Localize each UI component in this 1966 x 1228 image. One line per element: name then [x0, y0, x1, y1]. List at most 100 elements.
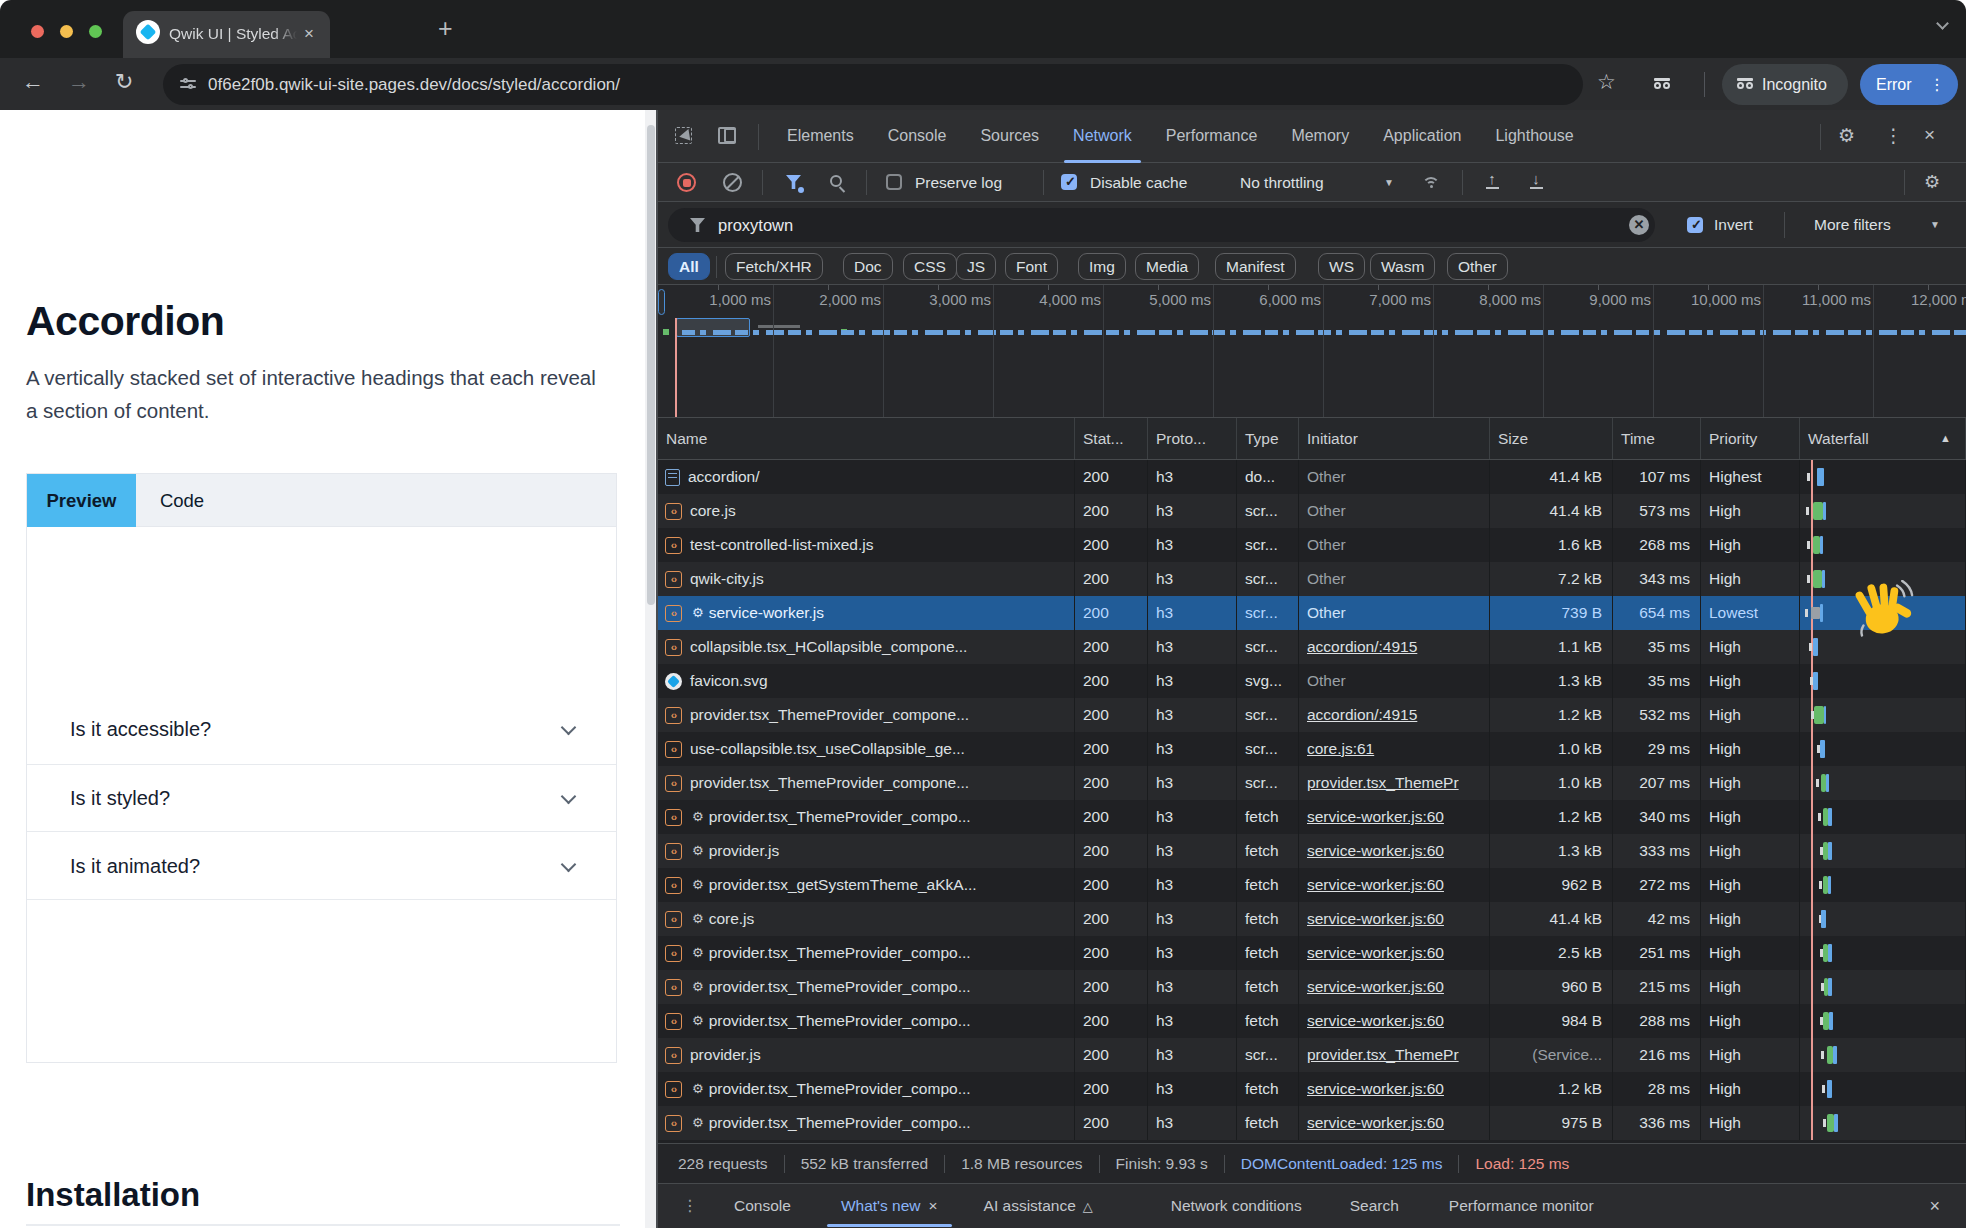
site-info-icon[interactable]: [180, 75, 199, 94]
more-filters-button[interactable]: More filters: [1814, 202, 1891, 248]
network-request-row[interactable]: ‹›provider.tsx_ThemeProvider_compone...2…: [658, 698, 1966, 732]
accordion-item[interactable]: Is it styled?: [27, 765, 616, 832]
network-request-row[interactable]: ‹›⚙provider.js200h3fetchservice-worker.j…: [658, 834, 1966, 868]
chip-font[interactable]: Font: [1005, 253, 1058, 280]
browser-menu-icon[interactable]: ⋮: [1929, 64, 1945, 105]
network-request-row[interactable]: ‹›⚙provider.tsx_ThemeProvider_compo...20…: [658, 1004, 1966, 1038]
network-overview-timeline[interactable]: 1,000 ms2,000 ms3,000 ms4,000 ms5,000 ms…: [658, 285, 1966, 418]
chip-other[interactable]: Other: [1447, 253, 1508, 280]
request-initiator[interactable]: accordion/:4915: [1299, 698, 1490, 732]
chip-doc[interactable]: Doc: [843, 253, 893, 280]
request-initiator[interactable]: core.js:61: [1299, 732, 1490, 766]
network-request-row[interactable]: accordion/200h3do...Other41.4 kB107 msHi…: [658, 460, 1966, 494]
column-header-priority[interactable]: Priority: [1701, 418, 1800, 459]
tab-preview[interactable]: Preview: [27, 474, 136, 527]
new-tab-button[interactable]: +: [438, 14, 453, 43]
request-initiator[interactable]: service-worker.js:60: [1299, 970, 1490, 1004]
record-network-log-icon[interactable]: [677, 173, 696, 192]
timeline-selection-handle[interactable]: [658, 289, 665, 315]
request-initiator[interactable]: service-worker.js:60: [1299, 834, 1490, 868]
tab-close-icon[interactable]: ×: [304, 24, 314, 44]
invert-checkbox[interactable]: [1687, 217, 1703, 233]
search-icon[interactable]: [830, 175, 842, 187]
request-initiator[interactable]: service-worker.js:60: [1299, 1004, 1490, 1038]
chip-js[interactable]: JS: [956, 253, 996, 280]
devtools-tab-elements[interactable]: Elements: [770, 110, 871, 163]
disable-cache-checkbox[interactable]: [1061, 174, 1077, 190]
incognito-profile-icon[interactable]: [1653, 77, 1671, 95]
column-header-initiator[interactable]: Initiator: [1299, 418, 1490, 459]
request-initiator[interactable]: accordion/:4915: [1299, 630, 1490, 664]
tab-code[interactable]: Code: [136, 474, 228, 527]
network-conditions-icon[interactable]: [1422, 175, 1442, 191]
devtools-tab-console[interactable]: Console: [871, 110, 964, 163]
devtools-tab-network[interactable]: Network: [1056, 110, 1149, 163]
error-profile-button[interactable]: Error⋮: [1860, 64, 1958, 105]
close-window-button[interactable]: [31, 25, 44, 38]
drawer-tab-performance-monitor[interactable]: Performance monitor: [1449, 1197, 1594, 1215]
network-request-row[interactable]: ‹›⚙provider.tsx_ThemeProvider_compo...20…: [658, 970, 1966, 1004]
drawer-tab-console[interactable]: Console: [734, 1197, 791, 1215]
devtools-settings-gear-icon[interactable]: ⚙: [1838, 124, 1855, 147]
export-har-icon[interactable]: ↓: [1528, 172, 1544, 189]
drawer-tab-ai-assistance[interactable]: AI assistance△: [984, 1197, 1093, 1215]
request-initiator[interactable]: provider.tsx_ThemePr: [1299, 1038, 1490, 1072]
request-initiator[interactable]: service-worker.js:60: [1299, 1106, 1490, 1140]
network-request-row[interactable]: ‹›⚙core.js200h3fetchservice-worker.js:60…: [658, 902, 1966, 936]
devtools-close-icon[interactable]: ×: [1924, 124, 1935, 146]
column-header-size[interactable]: Size: [1490, 418, 1613, 459]
network-request-row[interactable]: ‹›collapsible.tsx_HCollapsible_compone..…: [658, 630, 1966, 664]
devtools-tab-lighthouse[interactable]: Lighthouse: [1478, 110, 1590, 163]
request-initiator[interactable]: service-worker.js:60: [1299, 936, 1490, 970]
request-initiator[interactable]: provider.tsx_ThemePr: [1299, 766, 1490, 800]
chip-wasm[interactable]: Wasm: [1370, 253, 1435, 280]
network-request-row[interactable]: ‹›provider.tsx_ThemeProvider_compone...2…: [658, 766, 1966, 800]
chip-media[interactable]: Media: [1135, 253, 1199, 280]
bookmark-star-icon[interactable]: ☆: [1597, 70, 1616, 94]
preserve-log-checkbox[interactable]: [886, 174, 902, 190]
chip-img[interactable]: Img: [1078, 253, 1126, 280]
devtools-menu-icon[interactable]: ⋮: [1884, 124, 1903, 147]
network-request-row[interactable]: ‹›qwik-city.js200h3scr...Other7.2 kB343 …: [658, 562, 1966, 596]
column-header-name[interactable]: Name: [658, 418, 1075, 459]
tab-search-chevron-icon[interactable]: [1938, 14, 1949, 25]
page-scrollbar[interactable]: [645, 110, 656, 1228]
network-request-row[interactable]: ‹›use-collapsible.tsx_useCollapsible_ge.…: [658, 732, 1966, 766]
devtools-tab-sources[interactable]: Sources: [963, 110, 1056, 163]
maximize-window-button[interactable]: [89, 25, 102, 38]
network-request-row[interactable]: favicon.svg200h3svg...Other1.3 kB35 msHi…: [658, 664, 1966, 698]
request-initiator[interactable]: service-worker.js:60: [1299, 868, 1490, 902]
network-request-row[interactable]: ‹›⚙provider.tsx_ThemeProvider_compo...20…: [658, 936, 1966, 970]
address-bar[interactable]: 0f6e2f0b.qwik-ui-site.pages.dev/docs/sty…: [163, 64, 1583, 105]
drawer-tab-network-conditions[interactable]: Network conditions: [1171, 1197, 1302, 1215]
column-header-waterfall[interactable]: Waterfall▲: [1800, 418, 1966, 459]
request-initiator[interactable]: service-worker.js:60: [1299, 800, 1490, 834]
forward-button[interactable]: →: [68, 69, 90, 95]
accordion-item[interactable]: Is it animated?: [27, 832, 616, 900]
request-initiator[interactable]: service-worker.js:60: [1299, 1072, 1490, 1106]
chip-ws[interactable]: WS: [1318, 253, 1365, 280]
column-header-type[interactable]: Type: [1237, 418, 1299, 459]
import-har-icon[interactable]: ↑: [1484, 172, 1500, 189]
browser-tab[interactable]: Qwik UI | Styled Accordion Co ×: [123, 11, 330, 58]
column-header-stat[interactable]: Stat...: [1075, 418, 1148, 459]
network-request-row[interactable]: ‹›provider.js200h3scr...provider.tsx_The…: [658, 1038, 1966, 1072]
drawer-menu-icon[interactable]: ⋮: [682, 1199, 698, 1213]
filter-input[interactable]: proxytown ✕: [668, 208, 1655, 242]
network-request-row[interactable]: ‹›core.js200h3scr...Other41.4 kB573 msHi…: [658, 494, 1966, 528]
network-request-row[interactable]: ‹›⚙provider.tsx_ThemeProvider_compo...20…: [658, 800, 1966, 834]
inspect-element-icon[interactable]: [675, 127, 692, 144]
network-request-row[interactable]: ‹›⚙provider.tsx_ThemeProvider_compo...20…: [658, 1106, 1966, 1140]
device-toolbar-icon[interactable]: [718, 127, 736, 143]
column-header-time[interactable]: Time: [1613, 418, 1701, 459]
minimize-window-button[interactable]: [60, 25, 73, 38]
drawer-tab-what-s-new[interactable]: What's new×: [841, 1197, 938, 1215]
drawer-tab-search[interactable]: Search: [1350, 1197, 1399, 1215]
chip-all[interactable]: All: [668, 253, 710, 280]
devtools-tab-memory[interactable]: Memory: [1274, 110, 1366, 163]
back-button[interactable]: ←: [22, 69, 44, 95]
column-header-proto[interactable]: Proto...: [1148, 418, 1237, 459]
devtools-tab-performance[interactable]: Performance: [1149, 110, 1275, 163]
accordion-item[interactable]: Is it accessible?: [27, 694, 616, 765]
chip-fetchxhr[interactable]: Fetch/XHR: [725, 253, 823, 280]
